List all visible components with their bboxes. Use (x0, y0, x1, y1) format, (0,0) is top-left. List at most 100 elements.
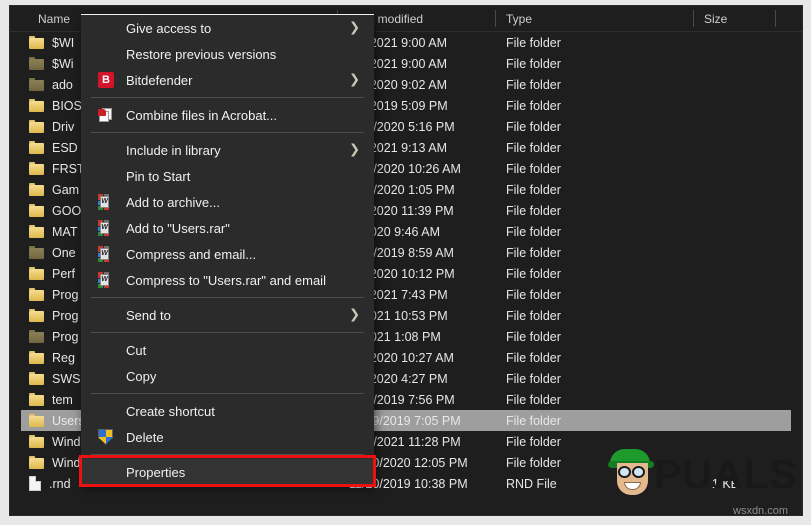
cell-size (636, 179, 776, 200)
file-name-label: ESD (52, 140, 78, 155)
column-header-size[interactable]: Size (695, 5, 727, 32)
context-menu[interactable]: Give access to ❯ Restore previous versions… (79, 14, 376, 487)
file-name-label: One (52, 245, 76, 260)
file-name-label: $Wi (52, 56, 74, 71)
menu-separator (91, 332, 364, 333)
menu-item-label: Restore previous versions (126, 46, 277, 62)
cell-size (636, 347, 776, 368)
cell-size (636, 242, 776, 263)
cell-size (636, 326, 776, 347)
column-separator[interactable] (775, 10, 776, 27)
file-name-label: Reg (52, 350, 75, 365)
menu-item-add-to-archive[interactable]: W Add to archive... (81, 189, 374, 215)
menu-item-label: Give access to (126, 20, 212, 36)
annotation-highlight-box (79, 455, 376, 487)
menu-item-give-access-to[interactable]: Give access to ❯ (81, 15, 374, 41)
cell-type: File folder (506, 434, 561, 449)
cell-type: File folder (506, 287, 561, 302)
menu-separator (91, 132, 364, 133)
menu-item-copy[interactable]: Copy (81, 363, 374, 389)
bitdefender-icon: B (98, 72, 114, 88)
screenshot-root: Name Date modified Type Size $WI/18/2021 9:… (0, 0, 811, 525)
menu-item-pin-to-start[interactable]: Pin to Start (81, 163, 374, 189)
cell-size (636, 116, 776, 137)
menu-item-label: Delete (126, 429, 164, 445)
menu-item-restore-previous-versions[interactable]: Restore previous versions (81, 41, 374, 67)
file-name-label: Users (52, 413, 85, 428)
menu-item-label: Create shortcut (126, 403, 215, 419)
cell-type: File folder (506, 56, 561, 71)
menu-item-label: Cut (126, 342, 147, 358)
chevron-right-icon: ❯ (349, 72, 360, 88)
menu-item-combine-files-in-acrobat[interactable]: Combine files in Acrobat... (81, 102, 374, 128)
menu-separator (91, 454, 364, 455)
folder-icon (29, 225, 44, 238)
menu-item-compress-and-email[interactable]: W Compress and email... (81, 241, 374, 267)
menu-item-bitdefender[interactable]: B Bitdefender ❯ (81, 67, 374, 93)
file-name-label: SWS (52, 371, 81, 386)
file-name-label: Prog (52, 287, 79, 302)
cell-type: File folder (506, 140, 561, 155)
cell-type: File folder (506, 203, 561, 218)
cell-size (636, 158, 776, 179)
menu-item-label: Send to (126, 307, 171, 323)
menu-item-send-to[interactable]: Send to ❯ (81, 302, 374, 328)
file-name-label: Gam (52, 182, 80, 197)
folder-icon (29, 393, 44, 406)
cell-size (636, 263, 776, 284)
file-name-label: MAT (52, 224, 78, 239)
cell-type: RND File (506, 476, 557, 491)
chevron-right-icon: ❯ (349, 20, 360, 36)
chevron-right-icon: ❯ (349, 307, 360, 323)
folder-icon (29, 162, 44, 175)
menu-item-properties[interactable]: Properties (79, 455, 376, 487)
cell-type: File folder (506, 182, 561, 197)
menu-item-label: Add to "Users.rar" (126, 220, 230, 236)
cell-type: File folder (506, 329, 561, 344)
folder-icon (29, 309, 44, 322)
file-name-label: $WI (52, 35, 75, 50)
file-name-label: Prog (52, 329, 79, 344)
column-separator[interactable] (693, 10, 694, 27)
folder-icon (29, 456, 44, 469)
cell-type: File folder (506, 77, 561, 92)
menu-item-include-in-library[interactable]: Include in library ❯ (81, 137, 374, 163)
cell-type: File folder (506, 392, 561, 407)
menu-item-label: Pin to Start (126, 168, 191, 184)
cell-type: File folder (506, 119, 561, 134)
menu-item-compress-to-users-rar-and-email[interactable]: W Compress to "Users.rar" and email (81, 267, 374, 293)
cell-size (636, 284, 776, 305)
menu-item-create-shortcut[interactable]: Create shortcut (81, 398, 374, 424)
file-name-label: BIOS (52, 98, 82, 113)
folder-icon (29, 141, 44, 154)
file-name-label: GOO (52, 203, 82, 218)
cell-size (636, 431, 776, 452)
menu-item-label: Include in library (126, 142, 221, 158)
file-explorer-window: Name Date modified Type Size $WI/18/2021 9:… (9, 5, 803, 516)
cell-size (636, 95, 776, 116)
folder-icon (29, 414, 44, 427)
winrar-icon: W (98, 220, 114, 236)
file-name-label: ado (52, 77, 73, 92)
menu-item-label: Compress and email... (126, 246, 257, 262)
menu-item-cut[interactable]: Cut (81, 337, 374, 363)
menu-item-delete[interactable]: Delete (81, 424, 374, 450)
menu-item-add-to-users-rar[interactable]: W Add to "Users.rar" (81, 215, 374, 241)
folder-icon (29, 36, 44, 49)
column-separator[interactable] (495, 10, 496, 27)
column-header-type[interactable]: Type (497, 5, 532, 32)
menu-item-label: Combine files in Acrobat... (126, 107, 278, 123)
folder-icon (29, 120, 44, 133)
folder-icon (29, 183, 44, 196)
cell-type: File folder (506, 98, 561, 113)
cell-type: File folder (506, 371, 561, 386)
cell-size (636, 368, 776, 389)
winrar-icon: W (98, 246, 114, 262)
cell-size (636, 221, 776, 242)
folder-icon (29, 288, 44, 301)
winrar-icon: W (98, 272, 114, 288)
uac-shield-icon (98, 429, 114, 445)
menu-item-label: Add to archive... (126, 194, 220, 210)
cell-size (636, 305, 776, 326)
column-header-name[interactable]: Name (29, 5, 70, 32)
